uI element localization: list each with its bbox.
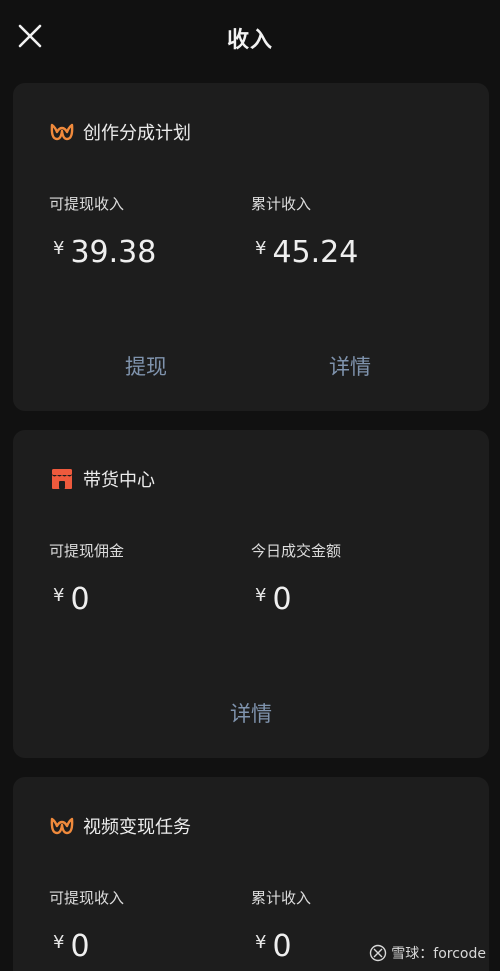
card-title: 视频变现任务 (83, 817, 191, 838)
watermark: 雪球：forcode (369, 943, 486, 963)
stat-label: 今日成交金额 (251, 542, 342, 560)
orange-m-logo-icon (49, 119, 75, 145)
stat-label: 累计收入 (251, 889, 312, 907)
stat-value: 45.24 (272, 235, 359, 270)
stat-value: 0 (272, 582, 292, 617)
stat-amount: ¥ 45.24 (251, 236, 451, 270)
card-header: 创作分成计划 (49, 119, 191, 145)
details-button[interactable]: 详情 (329, 351, 371, 381)
card-actions: 详情 (13, 698, 489, 734)
currency-symbol: ¥ (255, 238, 267, 259)
total-income: 累计收入 ¥ 45.24 (251, 193, 451, 270)
card-title: 创作分成计划 (83, 123, 191, 144)
currency-symbol: ¥ (255, 585, 267, 606)
stat-amount: ¥ 39.38 (49, 236, 249, 270)
snowball-logo-icon (369, 944, 387, 962)
stat-label: 可提现收入 (49, 889, 125, 907)
sales-center-card: 带货中心 可提现佣金 ¥ 0 今日成交金额 ¥ 0 详情 (13, 430, 489, 758)
stat-value: 39.38 (70, 235, 157, 270)
shop-icon (49, 466, 75, 492)
currency-symbol: ¥ (53, 932, 65, 953)
currency-symbol: ¥ (53, 238, 65, 259)
details-button[interactable]: 详情 (13, 698, 489, 728)
page-title: 收入 (226, 28, 273, 53)
watermark-text: 雪球：forcode (391, 946, 486, 962)
stat-value: 0 (272, 929, 292, 964)
stat-label: 可提现收入 (49, 195, 125, 213)
currency-symbol: ¥ (255, 932, 267, 953)
stat-amount: ¥ 0 (251, 583, 451, 617)
creator-revenue-card: 创作分成计划 可提现收入 ¥ 39.38 累计收入 ¥ 45.24 提现 详情 (13, 83, 489, 411)
card-actions: 提现 详情 (13, 351, 489, 387)
header: 收入 (0, 0, 500, 72)
stat-label: 可提现佣金 (49, 542, 125, 560)
card-header: 带货中心 (49, 466, 155, 492)
card-title: 带货中心 (83, 470, 155, 491)
orange-m-logo-icon (49, 813, 75, 839)
income-page: 收入 创作分成计划 可提现收入 ¥ 39.38 累计收入 ¥ 45.24 提现 … (0, 0, 500, 971)
withdraw-button[interactable]: 提现 (125, 351, 167, 381)
stat-amount: ¥ 0 (49, 583, 249, 617)
withdrawable-commission: 可提现佣金 ¥ 0 (49, 540, 249, 617)
video-monetization-card: 视频变现任务 可提现收入 ¥ 0 累计收入 ¥ 0 (13, 777, 489, 971)
withdrawable-income: 可提现收入 ¥ 0 (49, 887, 249, 964)
card-header: 视频变现任务 (49, 813, 191, 839)
stat-value: 0 (70, 929, 90, 964)
stat-value: 0 (70, 582, 90, 617)
today-sales-amount: 今日成交金额 ¥ 0 (251, 540, 451, 617)
currency-symbol: ¥ (53, 585, 65, 606)
stat-amount: ¥ 0 (49, 930, 249, 964)
withdrawable-income: 可提现收入 ¥ 39.38 (49, 193, 249, 270)
stat-label: 累计收入 (251, 195, 312, 213)
